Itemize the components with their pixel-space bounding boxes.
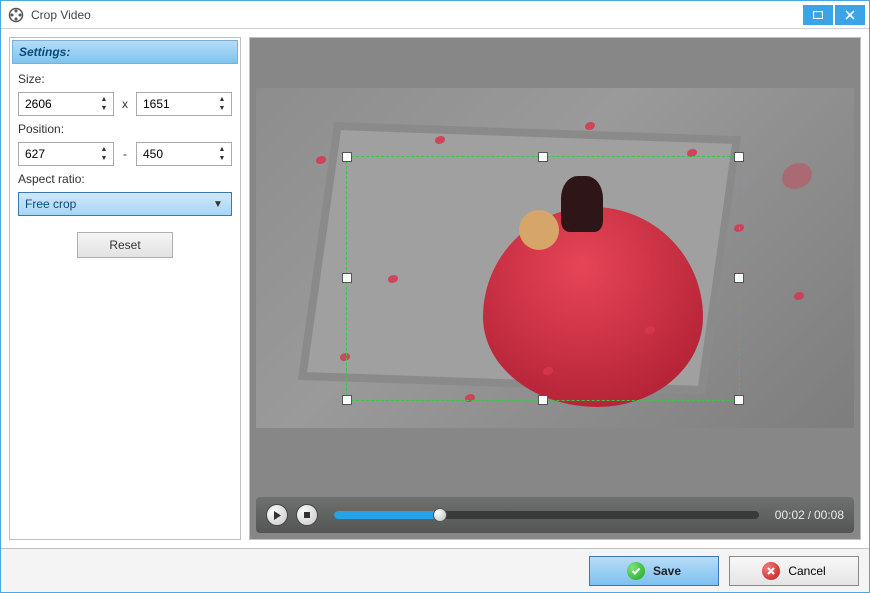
aspect-ratio-dropdown[interactable]: Free crop ▼: [18, 192, 232, 216]
settings-header: Settings:: [12, 40, 238, 64]
size-height-input[interactable]: [143, 97, 213, 111]
close-button[interactable]: [835, 5, 865, 25]
crop-handle-e[interactable]: [734, 273, 744, 283]
maximize-button[interactable]: [803, 5, 833, 25]
cancel-label: Cancel: [788, 564, 825, 578]
settings-body: Size: ▲▼ x ▲▼ Position:: [12, 64, 238, 537]
pos-x-input[interactable]: [25, 147, 95, 161]
crop-handle-w[interactable]: [342, 273, 352, 283]
play-button[interactable]: [266, 504, 288, 526]
cancel-button[interactable]: Cancel: [729, 556, 859, 586]
aspect-ratio-label: Aspect ratio:: [18, 172, 232, 186]
client-area: Settings: Size: ▲▼ x ▲▼ Position:: [1, 29, 869, 548]
size-separator: x: [120, 97, 130, 111]
app-icon: [7, 6, 25, 24]
spin-down-icon[interactable]: ▼: [97, 154, 111, 163]
size-height-spinner[interactable]: ▲▼: [136, 92, 232, 116]
window-title: Crop Video: [31, 8, 801, 22]
seek-thumb[interactable]: [433, 508, 447, 522]
spin-up-icon[interactable]: ▲: [215, 145, 229, 154]
dialog-footer: Save Cancel: [1, 548, 869, 592]
aspect-ratio-value: Free crop: [25, 197, 76, 211]
time-current: 00:02: [775, 508, 805, 522]
save-button[interactable]: Save: [589, 556, 719, 586]
check-icon: [627, 562, 645, 580]
video-area[interactable]: [250, 38, 860, 497]
spin-up-icon[interactable]: ▲: [215, 95, 229, 104]
crop-handle-sw[interactable]: [342, 395, 352, 405]
spin-up-icon[interactable]: ▲: [97, 95, 111, 104]
crop-handle-s[interactable]: [538, 395, 548, 405]
preview-panel: 00:02 / 00:08: [249, 37, 861, 540]
crop-handle-n[interactable]: [538, 152, 548, 162]
spin-down-icon[interactable]: ▼: [215, 154, 229, 163]
crop-rectangle[interactable]: [346, 156, 741, 401]
size-label: Size:: [18, 72, 232, 86]
spin-up-icon[interactable]: ▲: [97, 145, 111, 154]
crop-handle-ne[interactable]: [734, 152, 744, 162]
position-label: Position:: [18, 122, 232, 136]
time-total: 00:08: [814, 508, 844, 522]
video-frame: [256, 88, 854, 428]
chevron-down-icon: ▼: [209, 193, 227, 215]
size-width-input[interactable]: [25, 97, 95, 111]
titlebar[interactable]: Crop Video: [1, 1, 869, 29]
stop-button[interactable]: [296, 504, 318, 526]
reset-button[interactable]: Reset: [77, 232, 173, 258]
pos-x-spinner[interactable]: ▲▼: [18, 142, 114, 166]
crop-handle-se[interactable]: [734, 395, 744, 405]
time-display: 00:02 / 00:08: [775, 508, 844, 522]
pos-separator: -: [120, 147, 130, 161]
save-label: Save: [653, 564, 681, 578]
pos-y-spinner[interactable]: ▲▼: [136, 142, 232, 166]
seek-bar[interactable]: [334, 511, 759, 519]
crop-video-window: Crop Video Settings: Size: ▲▼ x: [0, 0, 870, 593]
player-bar: 00:02 / 00:08: [256, 497, 854, 533]
spin-down-icon[interactable]: ▼: [97, 104, 111, 113]
crop-handle-nw[interactable]: [342, 152, 352, 162]
cancel-icon: [762, 562, 780, 580]
seek-fill: [334, 511, 440, 519]
settings-panel: Settings: Size: ▲▼ x ▲▼ Position:: [9, 37, 241, 540]
pos-y-input[interactable]: [143, 147, 213, 161]
spin-down-icon[interactable]: ▼: [215, 104, 229, 113]
size-width-spinner[interactable]: ▲▼: [18, 92, 114, 116]
